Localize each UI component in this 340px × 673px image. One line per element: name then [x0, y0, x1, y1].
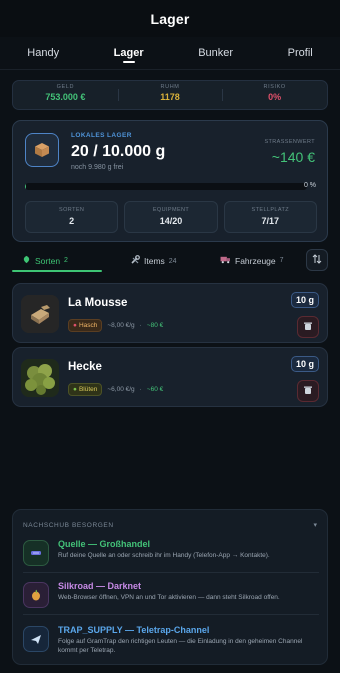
item-separator: ·	[139, 322, 142, 329]
stat-ruhm-value: 1178	[160, 92, 180, 102]
storage-label: LOKALES LAGER	[71, 132, 132, 139]
trash-button[interactable]	[297, 316, 319, 338]
trash-button[interactable]	[297, 380, 319, 402]
street-value-label: STRASSENWERT	[264, 139, 315, 145]
bud-thumbnail	[21, 359, 59, 397]
subtab-sorten-count: 2	[64, 257, 68, 264]
tab-lager[interactable]: Lager	[108, 37, 150, 70]
substat-equipment-label: EQUIPMENT	[152, 207, 190, 213]
stats-bar: GELD 753.000 € RUHM 1178 RISIKO 0%	[12, 80, 328, 110]
phone-icon	[23, 540, 49, 566]
substat-sorten: SORTEN 2	[25, 201, 119, 233]
sort-icon	[312, 251, 322, 269]
stat-geld: GELD 753.000 €	[13, 81, 118, 109]
trash-icon	[303, 382, 313, 400]
source-title: TRAP_SUPPLY — Teletrap-Channel	[58, 625, 210, 635]
category-tag: ● Blüten	[68, 383, 103, 396]
divider	[23, 614, 319, 615]
subtab-fahrzeuge[interactable]: Fahrzeuge 7	[220, 255, 284, 266]
stat-risiko-label: RISIKO	[263, 84, 286, 90]
subtab-items[interactable]: Items 24	[130, 255, 177, 267]
source-silkroad[interactable]: Silkroad — Darknet Web-Browser öffnen, V…	[23, 578, 323, 618]
tab-profil[interactable]: Profil	[282, 37, 319, 70]
page-title: Lager	[150, 10, 190, 27]
source-grosshandel[interactable]: Quelle — Großhandel Ruf deine Quelle an …	[23, 536, 323, 576]
list-item[interactable]: Hecke ● Blüten ~6,00 €/g · ~60 € 10 g	[12, 347, 328, 407]
divider	[23, 572, 319, 573]
subtab-items-label: Items	[144, 256, 165, 266]
item-price: ~6,00 €/g	[107, 386, 135, 393]
item-meta: ● Hasch ~8,00 €/g · ~80 €	[68, 319, 163, 332]
subtab-sorten-label: Sorten	[35, 255, 61, 266]
truck-icon	[220, 255, 231, 266]
source-desc: Web-Browser öffnen, VPN an und Tor aktiv…	[58, 594, 280, 601]
street-value: ~140 €	[271, 149, 315, 165]
tools-icon	[130, 255, 140, 267]
substat-equipment-value: 14/20	[159, 216, 183, 226]
item-value: ~60 €	[146, 386, 164, 393]
list-item[interactable]: La Mousse ● Hasch ~8,00 €/g · ~80 € 10 g	[12, 283, 328, 343]
hash-icon: ●	[73, 322, 77, 329]
source-title: Quelle — Großhandel	[58, 539, 151, 549]
subtab-items-count: 24	[168, 257, 177, 265]
item-name: La Mousse	[68, 297, 128, 309]
airplane-icon	[23, 626, 49, 652]
top-bar: Lager	[0, 0, 340, 37]
leaf-icon: ●	[73, 386, 77, 393]
category-tag-label: Blüten	[78, 386, 98, 393]
stat-ruhm: RUHM 1178	[117, 81, 223, 109]
stat-risiko: RISIKO 0%	[222, 81, 327, 109]
sort-button[interactable]	[306, 249, 328, 271]
source-title: Silkroad — Darknet	[58, 581, 142, 591]
substat-stellplatz-value: 7/17	[261, 216, 280, 226]
inventory-subtabs: Sorten 2 Items 24 Fahrzeuge 7	[12, 249, 328, 273]
storage-progress-bar	[25, 183, 307, 190]
storage-free: noch 9.980 g frei	[71, 164, 124, 171]
source-desc: Ruf deine Quelle an oder schreib ihr im …	[58, 552, 270, 559]
item-price: ~8,00 €/g	[107, 322, 135, 329]
substat-sorten-value: 2	[69, 216, 75, 226]
category-tag: ● Hasch	[68, 319, 103, 332]
storage-progress-fill	[25, 183, 26, 190]
item-name: Hecke	[68, 361, 102, 373]
storage-substats: SORTEN 2 EQUIPMENT 14/20 STELLPLATZ 7/17	[25, 201, 317, 233]
source-desc: Folge auf GramTrap den richtigen Leuten …	[58, 638, 303, 654]
subtab-fahrzeuge-count: 7	[279, 257, 284, 264]
source-trap-supply[interactable]: TRAP_SUPPLY — Teletrap-Channel Folge auf…	[23, 622, 323, 662]
item-meta: ● Blüten ~6,00 €/g · ~60 €	[68, 383, 163, 396]
storage-amount: 20 / 10.000 g	[71, 143, 166, 160]
hash-thumbnail	[21, 295, 59, 333]
subtab-fahrzeuge-label: Fahrzeuge	[235, 255, 276, 266]
category-tag-label: Hasch	[78, 322, 98, 329]
subtab-active-indicator	[12, 270, 102, 272]
local-storage-card: LOKALES LAGER 20 / 10.000 g noch 9.980 g…	[12, 120, 328, 242]
leaf-icon	[22, 255, 31, 266]
resupply-panel: NACHSCHUB BESORGEN ▾ Quelle — Großhandel…	[12, 509, 328, 665]
item-value: ~80 €	[146, 322, 164, 329]
item-weight-badge: 10 g	[291, 292, 319, 308]
substat-stellplatz: STELLPLATZ 7/17	[223, 201, 317, 233]
tab-handy[interactable]: Handy	[21, 37, 65, 70]
substat-sorten-label: SORTEN	[59, 207, 85, 213]
stat-ruhm-label: RUHM	[160, 84, 180, 90]
resupply-title: NACHSCHUB BESORGEN	[23, 522, 114, 529]
onion-icon	[23, 582, 49, 608]
box-icon	[25, 133, 59, 167]
item-weight-badge: 10 g	[291, 356, 319, 372]
main-tabs: Handy Lager Bunker Profil	[0, 37, 340, 70]
stat-risiko-value: 0%	[268, 92, 282, 102]
chevron-down-icon[interactable]: ▾	[313, 521, 317, 529]
tab-bunker[interactable]: Bunker	[192, 37, 239, 70]
stat-geld-label: GELD	[56, 84, 75, 90]
trash-icon	[303, 318, 313, 336]
substat-stellplatz-label: STELLPLATZ	[251, 207, 290, 213]
storage-progress-pct: 0 %	[303, 182, 316, 189]
substat-equipment: EQUIPMENT 14/20	[124, 201, 218, 233]
stat-geld-value: 753.000 €	[45, 92, 86, 102]
subtab-sorten[interactable]: Sorten 2	[22, 255, 68, 266]
item-separator: ·	[139, 386, 142, 393]
